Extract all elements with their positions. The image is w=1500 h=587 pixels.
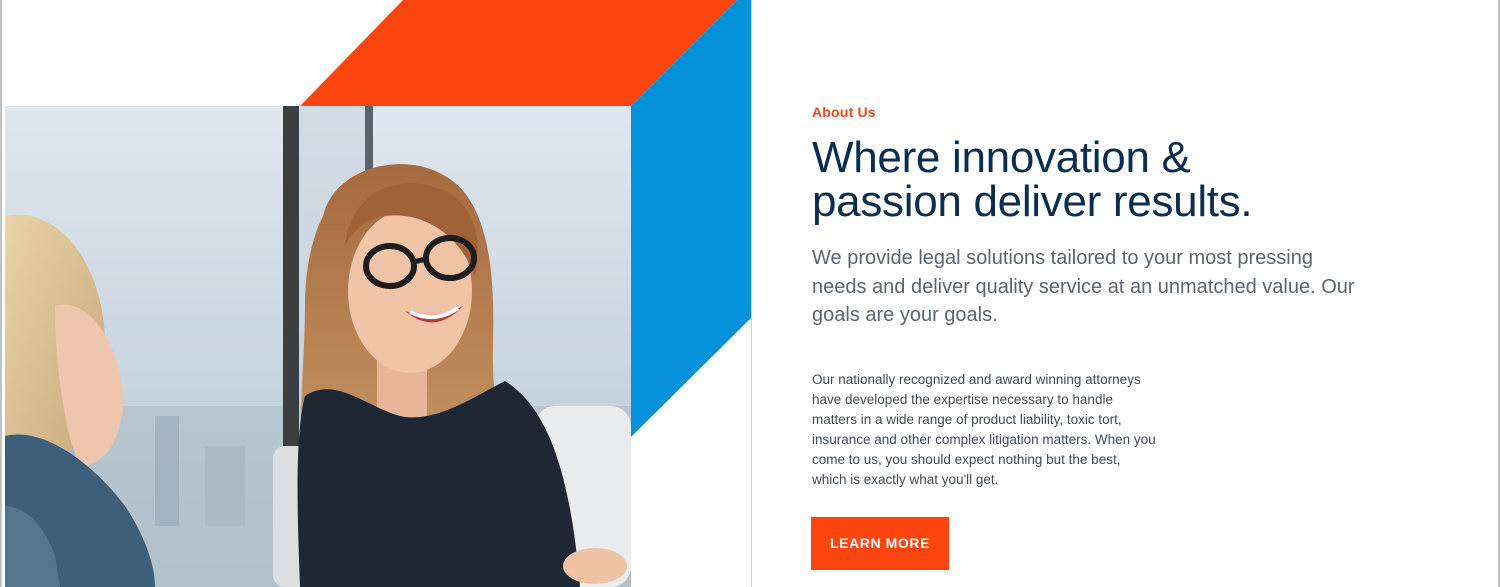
vertical-divider xyxy=(751,0,752,587)
photo-illustration xyxy=(5,106,631,587)
section-lead-paragraph: We provide legal solutions tailored to y… xyxy=(812,247,1355,326)
about-content: About Us Where innovation & passion deli… xyxy=(811,104,1412,570)
section-eyebrow: About Us xyxy=(812,104,876,120)
section-body-paragraph: Our nationally recognized and award winn… xyxy=(812,371,1156,487)
about-section: About Us Where innovation & passion deli… xyxy=(0,0,1500,587)
learn-more-button[interactable]: LEARN MORE xyxy=(811,516,949,570)
team-photo xyxy=(5,106,631,587)
section-headline: Where innovation & passion deliver resul… xyxy=(812,133,1253,226)
